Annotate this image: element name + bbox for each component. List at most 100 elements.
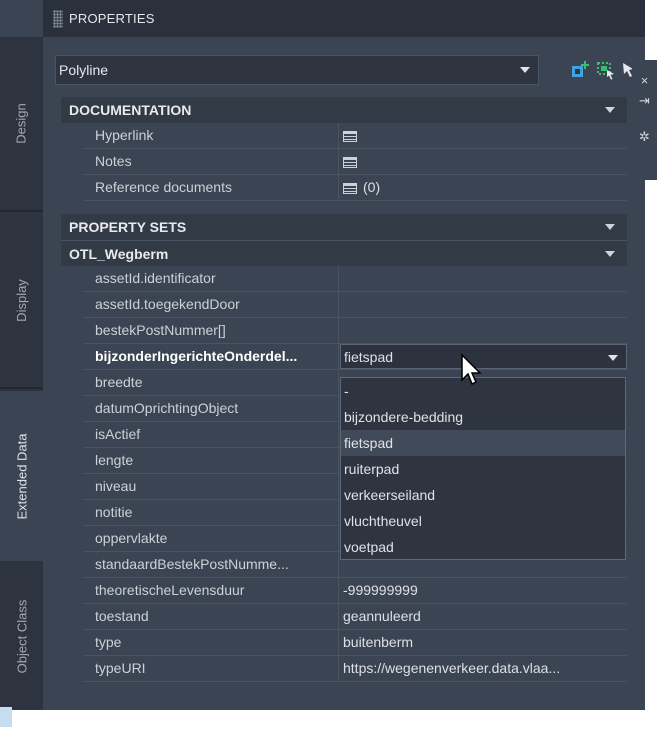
property-name: toestand <box>83 604 339 629</box>
chevron-down-icon[interactable] <box>608 355 618 361</box>
property-name: typeURI <box>83 656 339 681</box>
property-value[interactable] <box>340 292 627 317</box>
row-gutter <box>61 526 83 552</box>
object-type-value: Polyline <box>59 62 109 78</box>
tab-object-class[interactable]: Object Class <box>0 563 43 710</box>
property-name: Reference documents <box>83 175 339 200</box>
dropdown-option[interactable]: fietspad <box>341 430 625 456</box>
property-row-selected[interactable]: bijzonderIngerichteOnderdel... fietspad <box>61 344 627 370</box>
row-gutter <box>61 396 83 422</box>
property-value[interactable]: -999999999 <box>340 578 627 603</box>
mouse-pointer-icon <box>461 353 482 386</box>
property-row[interactable]: Notes <box>61 149 627 175</box>
property-value[interactable] <box>340 266 627 291</box>
property-row[interactable]: bestekPostNummer[] <box>61 318 627 344</box>
row-gutter <box>61 422 83 448</box>
property-name: Notes <box>83 149 339 174</box>
property-row[interactable]: theoretischeLevensduur -999999999 <box>61 578 627 604</box>
property-value-text: (0) <box>363 179 381 195</box>
gear-icon[interactable]: ✲ <box>632 128 657 146</box>
property-value[interactable] <box>340 123 627 148</box>
chevron-down-icon[interactable] <box>605 107 615 113</box>
value-dropdown-list[interactable]: - bijzondere-bedding fietspad ruiterpad verk… <box>340 377 626 560</box>
row-gutter <box>61 578 83 604</box>
property-row[interactable]: assetId.identificator <box>61 266 627 292</box>
category-property-sets[interactable]: PROPERTY SETS <box>61 214 627 240</box>
property-value-text: fietspad <box>344 349 394 365</box>
dropdown-option[interactable]: voetpad <box>341 534 625 560</box>
property-name: assetId.toegekendDoor <box>83 292 339 317</box>
property-name: lengte <box>83 448 339 473</box>
property-value-text: https://wegenenverkeer.data.vlaa... <box>343 660 561 676</box>
row-gutter <box>61 318 83 344</box>
row-gutter <box>61 552 83 578</box>
property-name: isActief <box>83 422 339 447</box>
row-gutter <box>61 604 83 630</box>
grip-handle-icon[interactable] <box>53 9 63 28</box>
property-row[interactable]: type buitenberm <box>61 630 627 656</box>
palette-title-bar[interactable]: PROPERTIES <box>43 0 645 37</box>
row-gutter <box>61 123 83 149</box>
property-value-text: buitenberm <box>343 634 414 650</box>
property-name: notitie <box>83 500 339 525</box>
palette-tool-column: × ⇥ ✲ <box>632 60 657 180</box>
property-value[interactable] <box>340 149 627 174</box>
add-to-selection-icon[interactable] <box>570 60 590 80</box>
dropdown-option[interactable]: ruiterpad <box>341 456 625 482</box>
row-gutter <box>61 175 83 201</box>
quick-select-icon[interactable] <box>596 60 616 80</box>
property-value-text: -999999999 <box>343 582 418 598</box>
property-row[interactable]: toestand geannuleerd <box>61 604 627 630</box>
dropdown-option[interactable]: bijzondere-bedding <box>341 404 625 430</box>
category-documentation[interactable]: DOCUMENTATION <box>61 97 627 123</box>
row-gutter <box>61 656 83 682</box>
property-name: datumOprichtingObject <box>83 396 339 421</box>
property-name: breedte <box>83 370 339 395</box>
dropdown-option[interactable]: vluchtheuvel <box>341 508 625 534</box>
property-value-text: geannuleerd <box>343 608 421 624</box>
property-value[interactable]: geannuleerd <box>340 604 627 629</box>
property-row[interactable]: assetId.toegekendDoor <box>61 292 627 318</box>
chevron-down-icon[interactable] <box>605 224 615 230</box>
property-name: bestekPostNummer[] <box>83 318 339 343</box>
property-name: theoretischeLevensduur <box>83 578 339 603</box>
object-type-select[interactable]: Polyline <box>55 55 539 85</box>
property-name: bijzonderIngerichteOnderdel... <box>83 344 339 369</box>
side-tab-strip: Design Display Extended Data Object Clas… <box>0 37 43 710</box>
tab-design[interactable]: Design <box>0 37 43 212</box>
property-value[interactable]: https://wegenenverkeer.data.vlaa... <box>340 656 627 681</box>
row-gutter <box>61 630 83 656</box>
row-gutter <box>61 292 83 318</box>
auto-hide-icon[interactable]: ⇥ <box>632 92 657 110</box>
palette-title: PROPERTIES <box>69 11 155 26</box>
property-value[interactable]: buitenberm <box>340 630 627 655</box>
tab-extended-data[interactable]: Extended Data <box>0 391 43 561</box>
property-name: Hyperlink <box>83 123 339 148</box>
property-name: standaardBestekPostNumme... <box>83 552 339 577</box>
row-gutter <box>61 370 83 396</box>
properties-palette: PROPERTIES Design Display Extended Data … <box>0 0 645 710</box>
chevron-down-icon[interactable] <box>605 251 615 257</box>
background-corner <box>0 707 12 727</box>
row-gutter <box>61 500 83 526</box>
property-name: niveau <box>83 474 339 499</box>
table-icon[interactable] <box>343 130 357 142</box>
row-gutter <box>61 448 83 474</box>
dropdown-option[interactable]: verkeerseiland <box>341 482 625 508</box>
property-value[interactable]: (0) <box>340 175 627 200</box>
tab-display[interactable]: Display <box>0 214 43 389</box>
table-icon[interactable] <box>343 182 357 194</box>
category-otl-wegberm[interactable]: OTL_Wegberm <box>61 240 627 266</box>
row-gutter <box>61 149 83 175</box>
table-icon[interactable] <box>343 156 357 168</box>
property-name: assetId.identificator <box>83 266 339 291</box>
property-row[interactable]: typeURI https://wegenenverkeer.data.vlaa.… <box>61 656 627 682</box>
row-gutter <box>61 344 83 370</box>
property-name: oppervlakte <box>83 526 339 551</box>
property-name: type <box>83 630 339 655</box>
chevron-down-icon[interactable] <box>520 67 530 73</box>
close-icon[interactable]: × <box>632 72 657 90</box>
property-value[interactable] <box>340 318 627 343</box>
property-row[interactable]: Hyperlink <box>61 123 627 149</box>
property-row[interactable]: Reference documents (0) <box>61 175 627 201</box>
